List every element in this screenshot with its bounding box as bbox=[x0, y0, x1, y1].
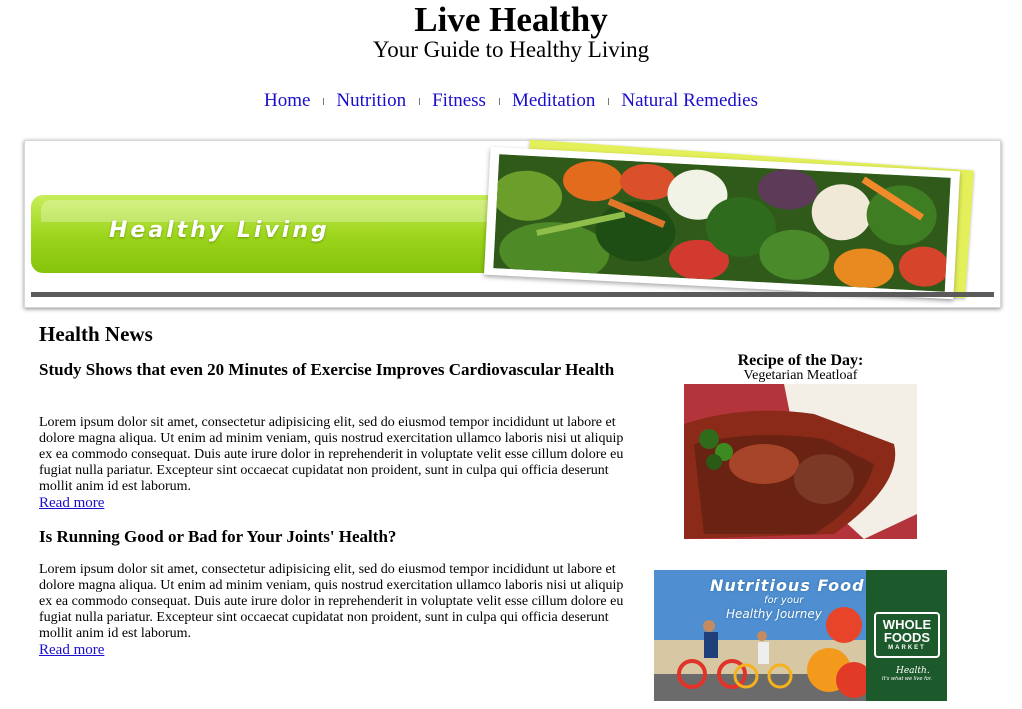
nav-separator bbox=[608, 98, 610, 106]
banner-photo-frame bbox=[483, 146, 961, 300]
banner-divider bbox=[31, 292, 994, 297]
nav-nutrition-link[interactable]: Nutrition bbox=[336, 90, 406, 111]
nav-separator bbox=[419, 98, 421, 106]
read-more-link[interactable]: Read more bbox=[39, 641, 104, 659]
ad-subline-2: Healthy Journey bbox=[726, 607, 822, 621]
meatloaf-photo[interactable] bbox=[684, 384, 917, 539]
nav-home-link[interactable]: Home bbox=[264, 90, 310, 111]
vegetables-photo bbox=[493, 154, 951, 292]
whole-foods-logo: WHOLE FOODS MARKET bbox=[874, 612, 940, 658]
nav-natural-remedies-link[interactable]: Natural Remedies bbox=[621, 90, 758, 111]
recipe-name: Vegetarian Meatloaf bbox=[743, 368, 858, 383]
article-body: Lorem ipsum dolor sit amet, consectetur … bbox=[39, 415, 624, 494]
vegetables-illustration bbox=[493, 154, 951, 292]
read-more-link[interactable]: Read more bbox=[39, 494, 104, 512]
ad-headline: Nutritious Food bbox=[710, 576, 865, 595]
site-subtitle: Your Guide to Healthy Living bbox=[372, 37, 650, 62]
banner-text: Healthy Living bbox=[109, 218, 330, 243]
whole-foods-panel: WHOLE FOODS MARKET Health. It's what we … bbox=[866, 570, 947, 701]
article-body: Lorem ipsum dolor sit amet, consectetur … bbox=[39, 562, 624, 641]
site-title: Live Healthy bbox=[414, 0, 608, 39]
health-news-heading: Health News bbox=[39, 322, 153, 346]
article-title: Is Running Good or Bad for Your Joints' … bbox=[39, 527, 397, 546]
ad-tagline: Health. bbox=[896, 666, 930, 676]
main-nav: Home Nutrition Fitness Meditation Natural Re… bbox=[0, 89, 1022, 113]
nav-separator bbox=[323, 98, 325, 106]
nav-meditation-link[interactable]: Meditation bbox=[512, 90, 595, 111]
meatloaf-illustration bbox=[684, 384, 917, 539]
ad-tagline-2: It's what we live for. bbox=[882, 676, 933, 682]
article-title: Study Shows that even 20 Minutes of Exer… bbox=[39, 360, 615, 379]
nav-fitness-link[interactable]: Fitness bbox=[432, 90, 486, 111]
whole-foods-ad[interactable]: Nutritious Food for your Healthy Journey… bbox=[654, 570, 947, 701]
banner: Healthy Living bbox=[24, 139, 1001, 308]
ad-subline-1: for your bbox=[764, 595, 804, 606]
nav-separator bbox=[498, 98, 500, 106]
